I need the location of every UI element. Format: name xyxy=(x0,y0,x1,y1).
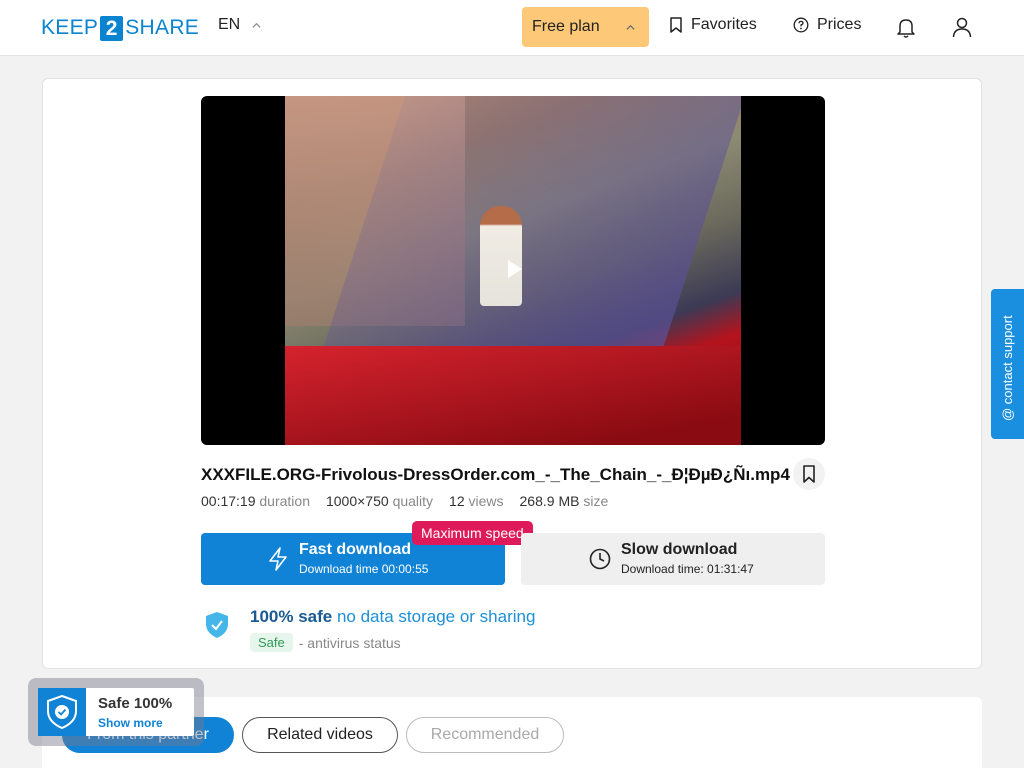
show-more-link[interactable]: Show more xyxy=(98,716,163,730)
plan-label: Free plan xyxy=(532,18,600,35)
duration-info: 00:17:19 duration xyxy=(201,493,310,509)
favorites-label: Favorites xyxy=(691,16,757,33)
antivirus-status: Safe - antivirus status xyxy=(250,633,401,652)
help-circle-icon xyxy=(793,17,809,33)
safe-popup-title: Safe 100% xyxy=(98,695,173,712)
chevron-up-icon xyxy=(252,22,261,28)
views-info: 12 views xyxy=(449,493,504,509)
file-meta: 00:17:19 duration 1000×750 quality 12 vi… xyxy=(201,493,624,509)
top-header: KEEP 2 SHARE EN Free plan Favorites Pric… xyxy=(0,0,1024,56)
clock-icon xyxy=(589,548,611,570)
prices-label: Prices xyxy=(817,16,862,33)
fast-download-time: Download time 00:00:55 xyxy=(299,562,429,576)
shield-check-icon xyxy=(38,688,86,736)
file-name: XXXFILE.ORG-Frivolous-DressOrder.com_-_T… xyxy=(201,465,790,484)
tab-recommended[interactable]: Recommended xyxy=(406,717,564,753)
safety-headline: 100% safe no data storage or sharing xyxy=(250,607,536,626)
size-info: 268.9 MB size xyxy=(519,493,609,509)
slow-download-title: Slow download xyxy=(621,541,738,558)
tab-related-videos[interactable]: Related videos xyxy=(242,717,398,753)
antivirus-safe-badge: Safe xyxy=(250,633,293,652)
chevron-up-icon xyxy=(626,24,635,30)
logo-text-right: SHARE xyxy=(125,16,200,39)
safe-badge-popup[interactable]: Safe 100% Show more xyxy=(28,678,204,746)
lightning-icon xyxy=(269,547,287,571)
quality-info: 1000×750 quality xyxy=(325,493,434,509)
bookmark-icon xyxy=(803,465,815,483)
antivirus-label: - antivirus status xyxy=(298,634,401,651)
contact-support-label: @ contact support xyxy=(1000,315,1015,421)
logo-text-left: KEEP xyxy=(41,16,99,39)
file-card: XXXFILE.ORG-Frivolous-DressOrder.com_-_T… xyxy=(42,78,982,669)
prices-link[interactable]: Prices xyxy=(793,16,861,34)
video-player[interactable] xyxy=(201,96,825,445)
language-selector[interactable]: EN xyxy=(218,16,261,34)
contact-support-button[interactable]: @ contact support xyxy=(991,289,1024,439)
keep2share-logo[interactable]: KEEP 2 SHARE xyxy=(41,15,199,41)
add-to-favorites-button[interactable] xyxy=(793,458,825,490)
language-label: EN xyxy=(218,16,241,33)
maximum-speed-badge: Maximum speed xyxy=(412,521,533,545)
user-icon[interactable] xyxy=(950,15,974,39)
slow-download-time: Download time: 01:31:47 xyxy=(621,562,754,576)
bookmark-icon xyxy=(670,17,682,33)
favorites-link[interactable]: Favorites xyxy=(669,16,757,34)
plan-dropdown[interactable]: Free plan xyxy=(522,7,649,47)
shield-check-icon xyxy=(206,612,228,638)
logo-number: 2 xyxy=(100,15,124,41)
bell-icon[interactable] xyxy=(894,15,918,39)
slow-download-button[interactable]: Slow download Download time: 01:31:47 xyxy=(521,533,825,585)
play-icon[interactable] xyxy=(508,260,522,278)
fast-download-title: Fast download xyxy=(299,541,411,558)
